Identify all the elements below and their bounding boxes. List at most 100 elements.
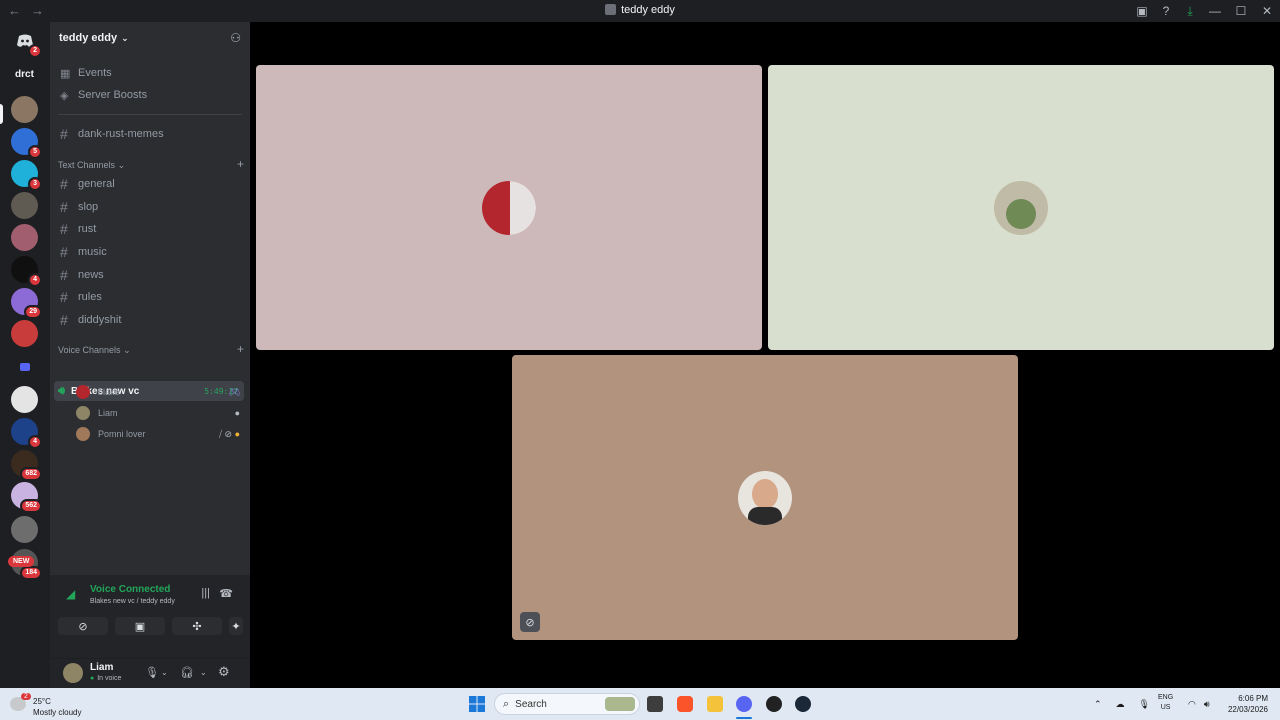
maximize-button[interactable]: ☐ [1228,4,1254,18]
server-folder[interactable] [11,353,38,380]
activity-icon: ● [234,408,240,418]
language-indicator[interactable]: ENG US [1158,693,1173,713]
server-6[interactable]: 4 [11,256,42,287]
server-drct[interactable]: drct [11,61,38,88]
channel-slop[interactable]: # slop [56,197,244,217]
discord-taskbar-icon[interactable] [736,696,752,712]
user-panel: Liam ● In voice 🎙︎ ⌄ 🎧︎ ⌄ ⚙ [50,659,250,688]
close-button[interactable]: ✕ [1254,4,1280,18]
channel-news[interactable]: # news [56,265,244,285]
chevron-up-icon[interactable]: ⌃ [1094,699,1102,710]
participant-tile-liam[interactable] [768,65,1274,350]
in-voice-icon: ● [90,675,95,682]
category-voice-channels[interactable]: Voice Channels ⌄ + [58,342,244,356]
weather-badge: 2 [21,693,31,700]
camera-off-icon: ⊘ [78,620,88,633]
help-icon[interactable]: ? [1154,4,1178,18]
new-badge: NEW [8,556,35,567]
chevron-down-icon[interactable]: ⌄ [161,668,168,677]
user-name[interactable]: Liam [90,662,113,673]
channel-sidebar: teddy eddy ⌄ ⚇ ▦ Events ◈ Server Boosts … [50,22,250,688]
hash-icon: # [60,267,68,283]
download-icon[interactable]: ⤓ [1178,4,1202,19]
headphones-icon[interactable]: 🎧︎ [180,666,194,679]
weather-temp: 25°C [33,697,51,706]
server-8[interactable] [11,320,38,347]
chevron-down-icon[interactable]: ⌄ [200,668,207,677]
participant-tile-pomni-lover[interactable]: ⊘ [512,355,1018,640]
category-text-channels[interactable]: Text Channels ⌄ + [58,157,244,171]
hash-icon: # [60,221,68,237]
server-9[interactable] [11,386,38,413]
volume-icon: 🔊︎ [1203,698,1210,709]
camera-off-button[interactable]: ⊘ [58,617,108,635]
channel-general[interactable]: # general [56,174,244,194]
channel-diddyshit[interactable]: # diddyshit [56,310,244,330]
avatar-detail [752,478,778,509]
avatar[interactable] [63,663,83,683]
inbox-icon[interactable]: ▣ [1130,4,1154,18]
channel-rules[interactable]: # rules [56,287,244,307]
steam-icon[interactable] [795,696,811,712]
server-teddy-eddy[interactable] [11,96,38,123]
server-4[interactable] [11,192,38,219]
file-explorer-icon[interactable] [707,696,723,712]
taskbar-search[interactable]: ⌕ Search [494,693,640,715]
activities-button[interactable]: ✣ [172,617,222,635]
hash-icon: # [60,312,68,328]
game-controller-icon: 🎮︎ [228,386,240,397]
server-7[interactable]: 29 [11,288,42,319]
add-member-icon[interactable]: ⚇ [230,31,241,45]
add-channel-icon[interactable]: + [237,342,244,356]
github-icon[interactable] [766,696,782,712]
brave-browser-icon[interactable] [677,696,693,712]
server-5[interactable] [11,224,38,251]
disconnect-icon[interactable]: ☎ [219,587,233,600]
voice-connected-label[interactable]: Voice Connected [90,584,170,595]
participant-tile-blake[interactable] [256,65,762,350]
settings-gear-icon[interactable]: ⚙ [218,664,230,680]
server-11[interactable]: 562 [11,482,42,513]
channel-dank-rust-memes[interactable]: # dank-rust-memes [56,124,244,144]
microphone-tray-icon[interactable]: 🎙︎ [1139,699,1150,710]
server-3[interactable]: 3 [11,160,42,191]
system-tray: ⌃ ☁ 🎙︎ [1094,688,1150,720]
server-nba[interactable]: 4 [11,418,42,449]
speaker-icon: 🔊︎ [58,384,65,397]
server-icon [605,4,617,15]
hash-icon: # [60,199,68,215]
channel-rust[interactable]: # rust [56,219,244,239]
windows-start-icon[interactable] [469,696,485,712]
soundboard-button[interactable]: ✦ [229,617,243,635]
avatar-detail [748,506,782,525]
camera-off-icon: ⊘ [520,612,540,632]
discord-home-icon[interactable]: 2 [11,27,42,58]
user-status: ● In voice [90,675,122,682]
task-view-icon[interactable] [647,696,663,712]
signal-icon[interactable]: ◢ [66,587,75,601]
channel-music[interactable]: # music [56,242,244,262]
voice-user-pomni-lover[interactable]: Pomni lover ⧸ ⊘ ● [76,425,244,443]
taskbar-clock[interactable]: 6:06 PM 22/03/2026 [1228,693,1268,715]
weather-condition: Mostly cloudy [33,708,82,717]
avatar [482,180,536,235]
sidebar-item-server-boosts[interactable]: ◈ Server Boosts [56,85,244,105]
divider [58,114,242,115]
voice-location[interactable]: Blakes new vc / teddy eddy [90,598,175,605]
server-10[interactable]: 682 [11,450,42,481]
screen-share-button[interactable]: ▣ [115,617,165,635]
quick-settings[interactable]: ◠ 🔊︎ [1188,688,1210,720]
title-bar: ← → teddy eddy ▣ ? ⤓ — ☐ ✕ [0,0,1280,22]
server-2[interactable]: 5 [11,128,42,159]
noise-suppression-icon[interactable]: ||| [201,587,210,599]
microphone-icon[interactable]: 🎙︎ [145,666,159,679]
server-12[interactable] [11,516,38,543]
voice-user-liam[interactable]: Liam ● [76,404,244,422]
screen-share-icon: ▣ [134,620,146,633]
cloud-sync-icon[interactable]: ☁ [1116,699,1125,710]
minimize-button[interactable]: — [1202,4,1228,18]
add-channel-icon[interactable]: + [237,157,244,171]
sidebar-item-events[interactable]: ▦ Events [56,63,244,83]
server-header[interactable]: teddy eddy ⌄ ⚇ [50,22,250,54]
voice-user-blake[interactable]: blake 🎮︎ [76,383,244,401]
